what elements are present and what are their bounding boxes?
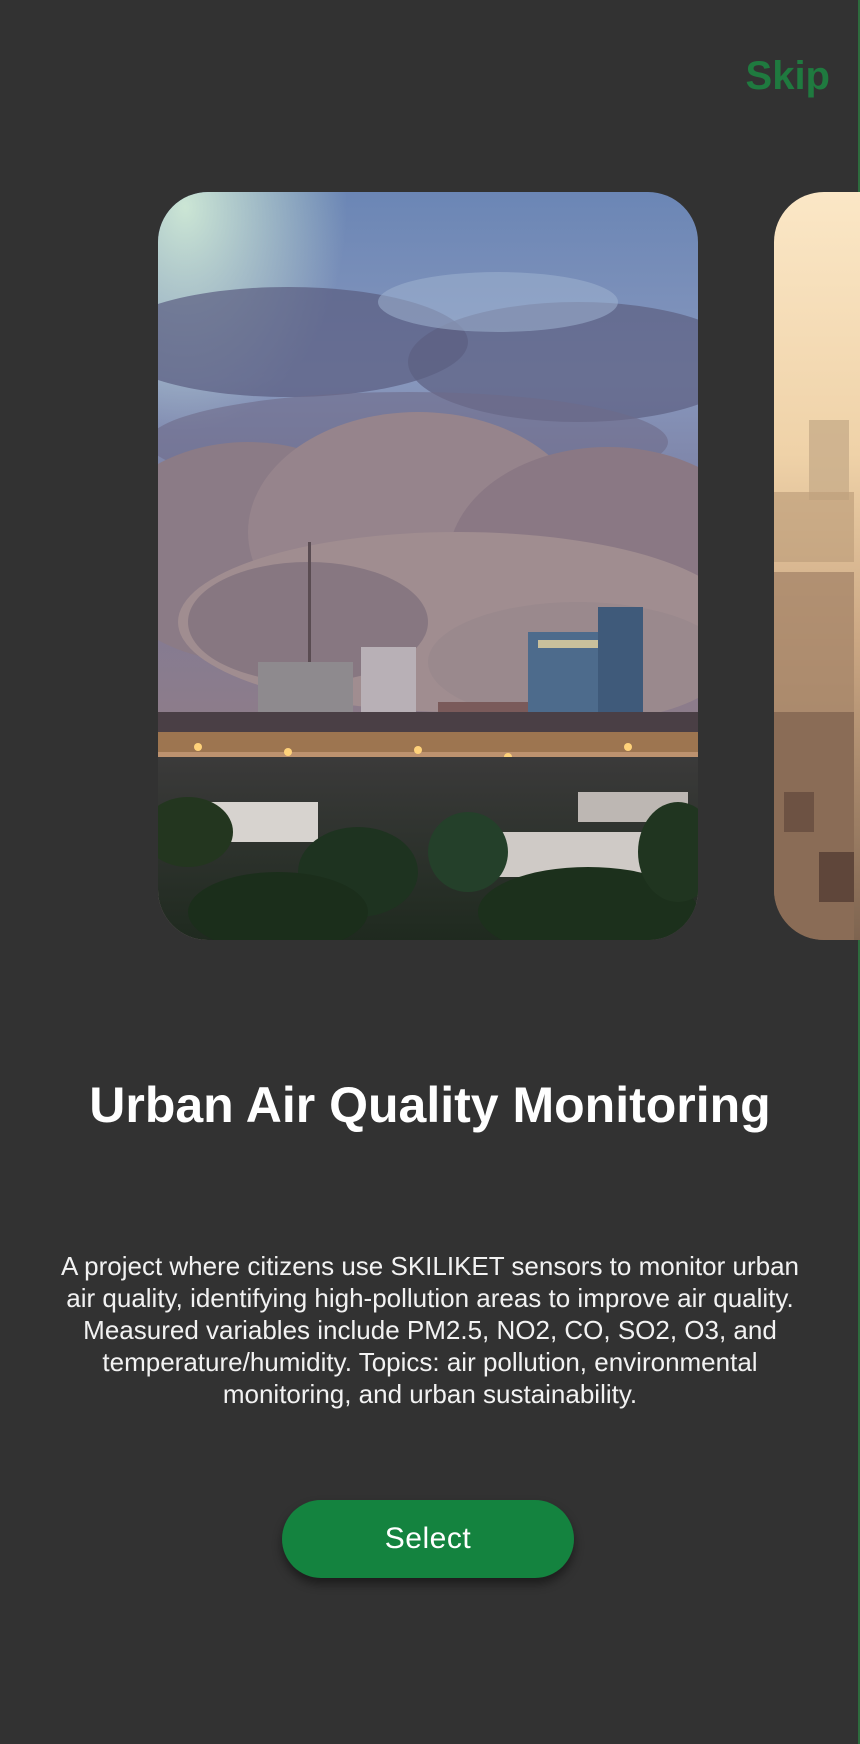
project-carousel[interactable]: [0, 0, 860, 960]
onboarding-screen: Skip Urban Air Quality Monitoring A proj…: [0, 0, 860, 1744]
project-description: A project where citizens use SKILIKET se…: [61, 1251, 799, 1409]
hazy-city-image: [774, 192, 860, 940]
dust-storm-city-image: [158, 192, 698, 940]
project-title: Urban Air Quality Monitoring: [89, 1077, 771, 1133]
select-button[interactable]: Select: [282, 1500, 574, 1578]
project-card-current[interactable]: [158, 192, 698, 940]
project-card-next[interactable]: [774, 192, 860, 940]
